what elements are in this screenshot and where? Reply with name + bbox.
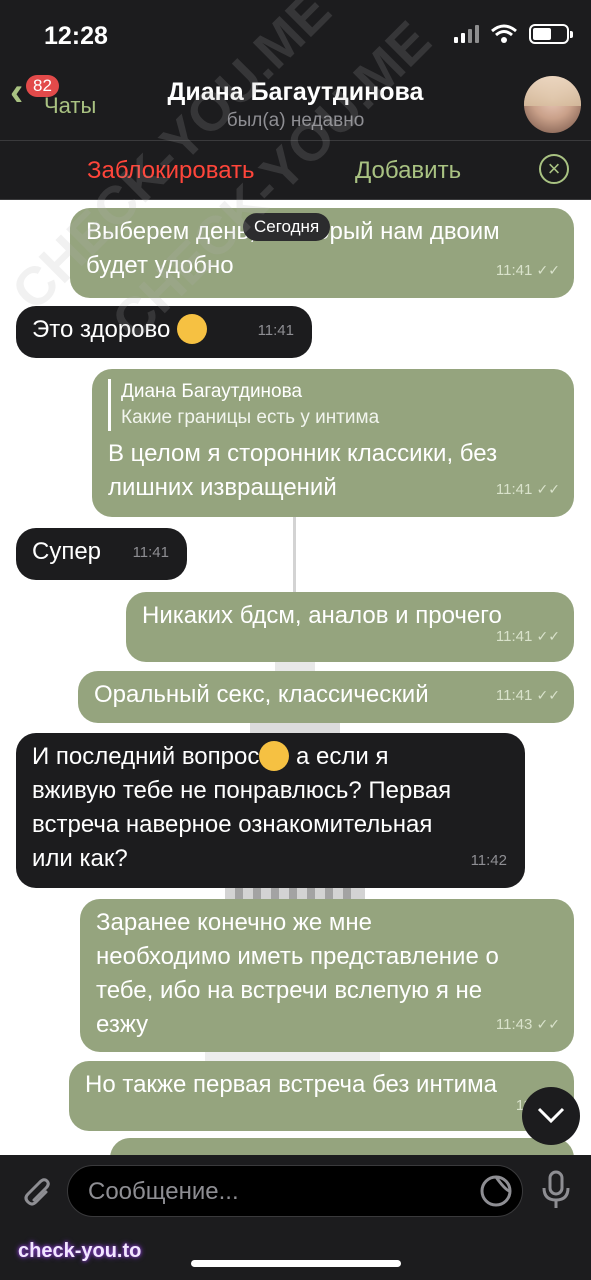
scroll-down-button[interactable] — [522, 1087, 580, 1145]
message-outgoing[interactable]: Оральный секс, классический 11:41 ✓✓ — [78, 671, 574, 723]
message-text: а если я — [289, 743, 389, 770]
double-check-icon: ✓✓ — [536, 1016, 560, 1032]
date-chip: Сегодня — [243, 213, 331, 241]
close-icon[interactable]: × — [539, 154, 569, 184]
message-incoming[interactable]: И последний вопрос а если я вживую тебе … — [16, 733, 525, 888]
message-text: необходимо иметь представление о — [96, 943, 499, 970]
message-text: тебе, ибо на встречи вслепую я не — [96, 977, 483, 1004]
relieved-face-emoji-icon — [177, 313, 208, 344]
message-outgoing[interactable]: Но также первая встреча без интима 11:4 — [69, 1061, 574, 1131]
message-text: Но также первая встреча без интима — [85, 1071, 497, 1098]
message-text: вживую тебе не понравлюсь? Первая — [32, 777, 452, 804]
home-indicator — [191, 1260, 401, 1267]
chevron-down-icon — [537, 1107, 565, 1124]
message-time: 11:41 ✓✓ — [495, 262, 560, 279]
message-text: встреча наверное ознакомительная — [32, 811, 433, 838]
message-text: Заранее конечно же мне — [96, 909, 373, 936]
paperclip-icon[interactable] — [16, 1173, 52, 1209]
message-outgoing-reply[interactable]: Диана Багаутдинова Какие границы есть у … — [92, 369, 574, 517]
wifi-icon — [491, 24, 517, 43]
message-outgoing[interactable]: Заранее конечно же мне необходимо иметь … — [80, 899, 574, 1052]
status-time: 12:28 — [44, 22, 108, 50]
message-time: 11:42 — [470, 852, 507, 869]
message-text: Супер — [32, 538, 102, 565]
reply-text: Какие границы есть у интима — [121, 407, 380, 428]
message-time: 11:41 ✓✓ — [495, 628, 560, 645]
message-text: езжу — [96, 1011, 149, 1038]
message-outgoing[interactable]: Никаких бдсм, аналов и прочего 11:41 ✓✓ — [126, 592, 574, 662]
microphone-icon[interactable] — [540, 1170, 572, 1210]
message-text: Оральный секс, классический — [94, 681, 429, 708]
message-text: или как? — [32, 845, 128, 872]
message-text: лишних извращений — [108, 474, 337, 501]
reply-quote[interactable]: Диана Багаутдинова Какие границы есть у … — [108, 379, 558, 431]
contact-name[interactable]: Диана Багаутдинова — [0, 78, 591, 107]
message-text: будет удобно — [86, 252, 234, 279]
message-time: 11:41 — [132, 544, 169, 561]
double-check-icon: ✓✓ — [536, 262, 560, 278]
site-watermark: check-you.to — [18, 1240, 142, 1262]
message-text: И последний вопрос — [32, 743, 260, 770]
message-incoming[interactable]: Это здорово 11:41 — [16, 306, 312, 358]
double-check-icon: ✓✓ — [536, 687, 560, 703]
status-icons — [454, 24, 573, 44]
double-check-icon: ✓✓ — [536, 481, 560, 497]
battery-icon — [529, 24, 573, 44]
message-time: 11:41 ✓✓ — [495, 481, 560, 498]
message-text: В целом я сторонник классики, без — [108, 440, 498, 467]
message-incoming[interactable]: Супер 11:41 — [16, 528, 187, 580]
add-contact-button[interactable]: Добавить — [355, 157, 461, 185]
message-input[interactable]: Сообщение... — [67, 1165, 523, 1217]
message-time: 11:43 ✓✓ — [495, 1016, 560, 1033]
sticker-icon[interactable] — [479, 1174, 513, 1208]
message-time: 11:41 ✓✓ — [495, 687, 560, 704]
sweat-smile-emoji-icon — [259, 740, 290, 771]
contact-status: был(а) недавно — [226, 110, 365, 131]
signal-icon — [454, 25, 479, 43]
message-time: 11:41 — [257, 322, 294, 339]
block-button[interactable]: Заблокировать — [87, 157, 255, 185]
double-check-icon: ✓✓ — [536, 628, 560, 644]
message-text: Это здорово — [32, 316, 171, 343]
reply-author: Диана Багаутдинова — [121, 381, 303, 402]
avatar[interactable] — [524, 76, 581, 133]
